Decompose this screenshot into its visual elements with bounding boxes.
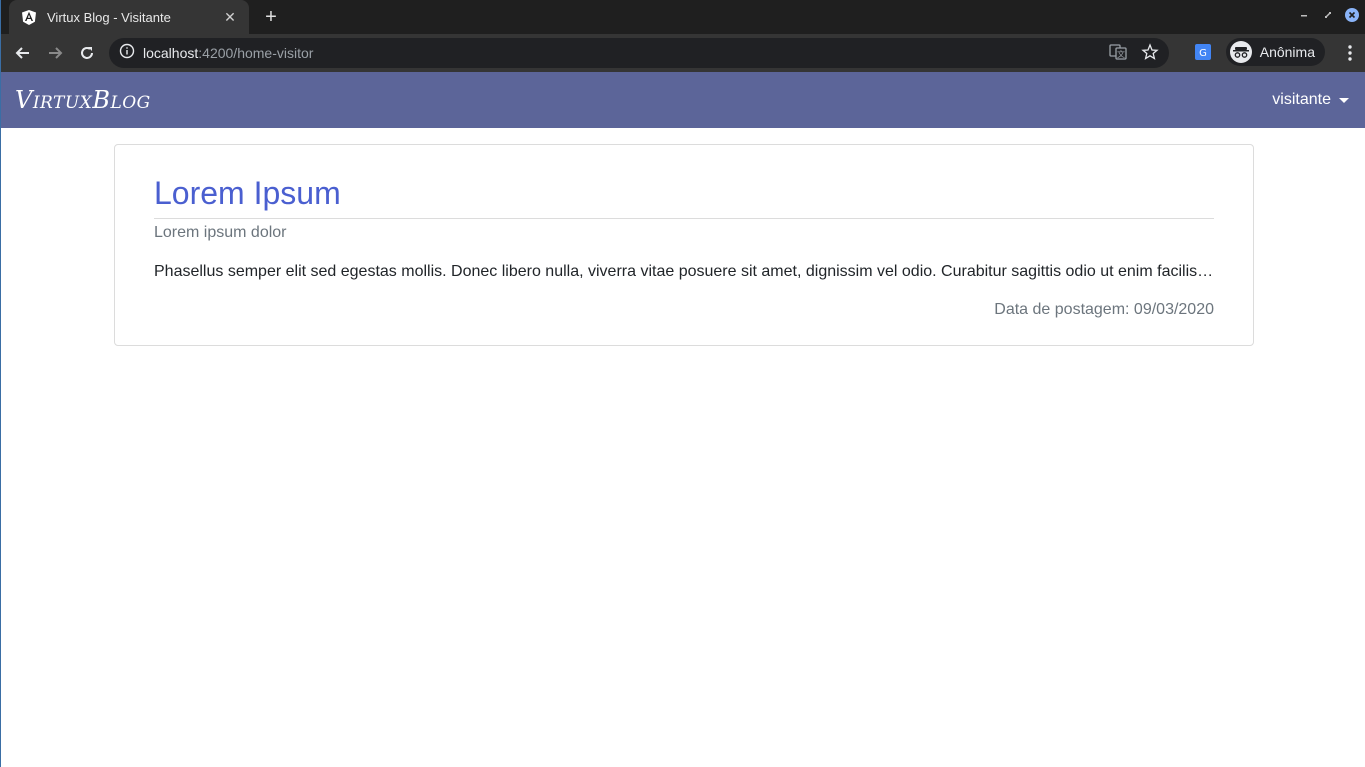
- browser-tab[interactable]: Virtux Blog - Visitante ✕: [9, 0, 249, 34]
- tab-title: Virtux Blog - Visitante: [47, 9, 171, 25]
- site-navbar: VirtuxBlog visitante: [1, 72, 1365, 128]
- address-bar[interactable]: localhost:4200/home-visitor 文: [109, 38, 1169, 68]
- url-path: :4200/home-visitor: [198, 45, 314, 61]
- post-subtitle: Lorem ipsum dolor: [154, 224, 287, 241]
- close-tab-icon[interactable]: ✕: [221, 9, 239, 26]
- main-content: Lorem Ipsum Lorem ipsum dolor Phasellus …: [1, 128, 1365, 346]
- post-title[interactable]: Lorem Ipsum: [154, 175, 1214, 219]
- url-text: localhost:4200/home-visitor: [143, 45, 313, 61]
- site-info-icon[interactable]: [119, 43, 135, 64]
- post-excerpt: Phasellus semper elit sed egestas mollis…: [154, 263, 1214, 280]
- post-date: Data de postagem: 09/03/2020: [994, 301, 1214, 318]
- window-controls: [1297, 8, 1359, 22]
- angular-logo-icon: [21, 9, 37, 25]
- omnibox-actions: 文: [1109, 43, 1159, 61]
- browser-toolbar: localhost:4200/home-visitor 文 G Anônima: [1, 34, 1365, 72]
- minimize-icon[interactable]: [1297, 8, 1311, 22]
- restore-icon[interactable]: [1321, 8, 1335, 22]
- translate-icon[interactable]: 文: [1109, 43, 1127, 61]
- profile-area: G Anônima: [1194, 38, 1325, 66]
- caret-down-icon: [1339, 97, 1349, 103]
- brand-logo[interactable]: VirtuxBlog: [15, 86, 151, 114]
- incognito-profile-button[interactable]: Anônima: [1225, 38, 1325, 66]
- google-translate-extension-icon[interactable]: G: [1194, 43, 1212, 61]
- browser-menu-icon[interactable]: [1347, 44, 1353, 62]
- user-dropdown-toggle[interactable]: visitante: [1272, 91, 1349, 109]
- bookmark-star-icon[interactable]: [1141, 43, 1159, 61]
- reload-icon[interactable]: [73, 39, 101, 67]
- svg-text:文: 文: [1117, 49, 1125, 59]
- close-window-icon[interactable]: [1345, 8, 1359, 22]
- user-menu-label: visitante: [1272, 91, 1331, 108]
- url-host: localhost: [143, 45, 199, 61]
- new-tab-button[interactable]: +: [259, 5, 283, 29]
- incognito-icon: [1229, 41, 1252, 63]
- svg-text:G: G: [1199, 48, 1207, 59]
- profile-label: Anônima: [1259, 44, 1315, 60]
- tab-strip: Virtux Blog - Visitante ✕ +: [1, 0, 1365, 34]
- back-arrow-icon[interactable]: [9, 39, 37, 67]
- browser-window: Virtux Blog - Visitante ✕ + localhost:42…: [0, 0, 1365, 767]
- post-card: Lorem Ipsum Lorem ipsum dolor Phasellus …: [114, 144, 1254, 346]
- forward-arrow-icon[interactable]: [41, 39, 69, 67]
